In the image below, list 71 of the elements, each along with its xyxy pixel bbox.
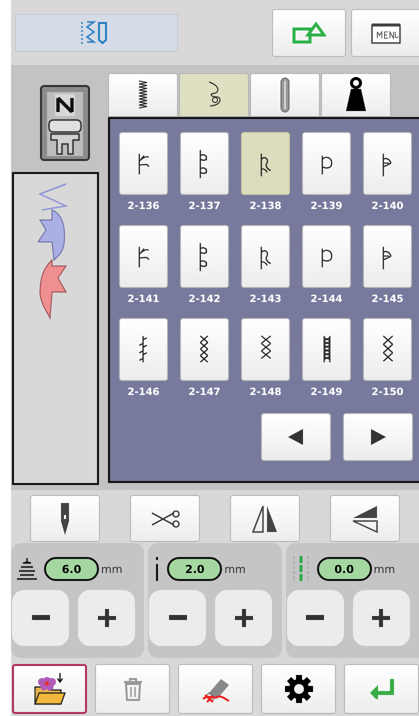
increase-button[interactable] — [215, 590, 272, 646]
scissors-icon — [150, 510, 180, 528]
shapes-button[interactable] — [272, 8, 346, 56]
stitch-button[interactable] — [241, 318, 290, 381]
stitch-pattern-icon — [320, 334, 332, 364]
minus-icon — [306, 615, 324, 621]
toolbar-button[interactable] — [12, 664, 87, 714]
decrease-button[interactable] — [149, 590, 206, 646]
unit-label: mm — [374, 562, 396, 576]
mirror-vertical-button[interactable] — [330, 495, 400, 542]
previous-page-button[interactable] — [261, 413, 331, 461]
presser-foot-icon — [38, 84, 90, 162]
flower-folder-icon — [32, 673, 66, 705]
needle-position-icon — [292, 556, 310, 582]
enter-icon — [368, 679, 396, 699]
plus-icon — [372, 609, 390, 627]
stitch-pattern-icon — [138, 334, 150, 364]
tension-icon — [17, 558, 37, 580]
stitch-number: 2-141 — [128, 294, 160, 305]
plus-icon — [98, 609, 116, 627]
flip-icon — [351, 504, 379, 534]
stitch-number: 2-136 — [128, 201, 160, 212]
zigzag-icon — [138, 80, 148, 110]
stitch-number: 2-143 — [250, 294, 282, 305]
next-page-button[interactable] — [343, 413, 413, 461]
mirror-horizontal-button[interactable] — [230, 495, 300, 542]
stitch-pattern-icon — [382, 334, 394, 364]
trash-icon — [122, 677, 142, 701]
parameter-value: 6.0 — [44, 557, 99, 581]
increase-button[interactable] — [352, 590, 410, 646]
parameter-value: 2.0 — [167, 557, 222, 581]
minus-icon — [32, 615, 50, 621]
decrease-button[interactable] — [286, 590, 344, 646]
stitch-number: 2-148 — [250, 387, 282, 398]
category-tab[interactable] — [108, 73, 178, 117]
menu-icon — [370, 22, 400, 44]
stitch-number: 2-145 — [372, 294, 404, 305]
decrease-button[interactable] — [12, 590, 69, 646]
stitch-number: 2-139 — [310, 201, 342, 212]
plus-icon — [234, 609, 253, 627]
increase-button[interactable] — [78, 590, 135, 646]
needle-icon — [60, 502, 70, 534]
unit-label: mm — [101, 562, 122, 576]
stitch-number: 2-144 — [310, 294, 342, 305]
cut-button[interactable] — [130, 495, 200, 542]
menu-button[interactable] — [351, 8, 419, 56]
buttonhole-icon — [279, 75, 291, 115]
stitch-number: 2-147 — [188, 387, 220, 398]
stitch-number: 2-146 — [128, 387, 160, 398]
shapes-icon — [292, 20, 326, 44]
stitch-number: 2-150 — [372, 387, 404, 398]
toolbar-button[interactable] — [261, 664, 336, 714]
minus-icon — [168, 615, 187, 621]
stitch-length-icon — [154, 557, 160, 581]
stitch-number: 2-138 — [250, 201, 282, 212]
stitch-number: 2-137 — [188, 201, 220, 212]
stitch-button[interactable] — [180, 318, 229, 381]
category-tab[interactable] — [321, 73, 391, 117]
parameter-value: 0.0 — [316, 557, 372, 581]
right-arrow-icon — [370, 429, 386, 445]
needle-button[interactable] — [30, 495, 100, 542]
stitch-number: 2-142 — [188, 294, 220, 305]
stitch-button[interactable] — [363, 318, 412, 381]
left-arrow-icon — [288, 429, 304, 445]
stitch-pattern-icon — [198, 334, 210, 364]
stitch-button[interactable] — [302, 318, 351, 381]
mirror-icon — [251, 504, 279, 534]
stitch-number: 2-140 — [372, 201, 404, 212]
stitch-number: 2-149 — [310, 387, 342, 398]
unit-label: mm — [224, 562, 246, 576]
weight-icon — [345, 77, 367, 113]
